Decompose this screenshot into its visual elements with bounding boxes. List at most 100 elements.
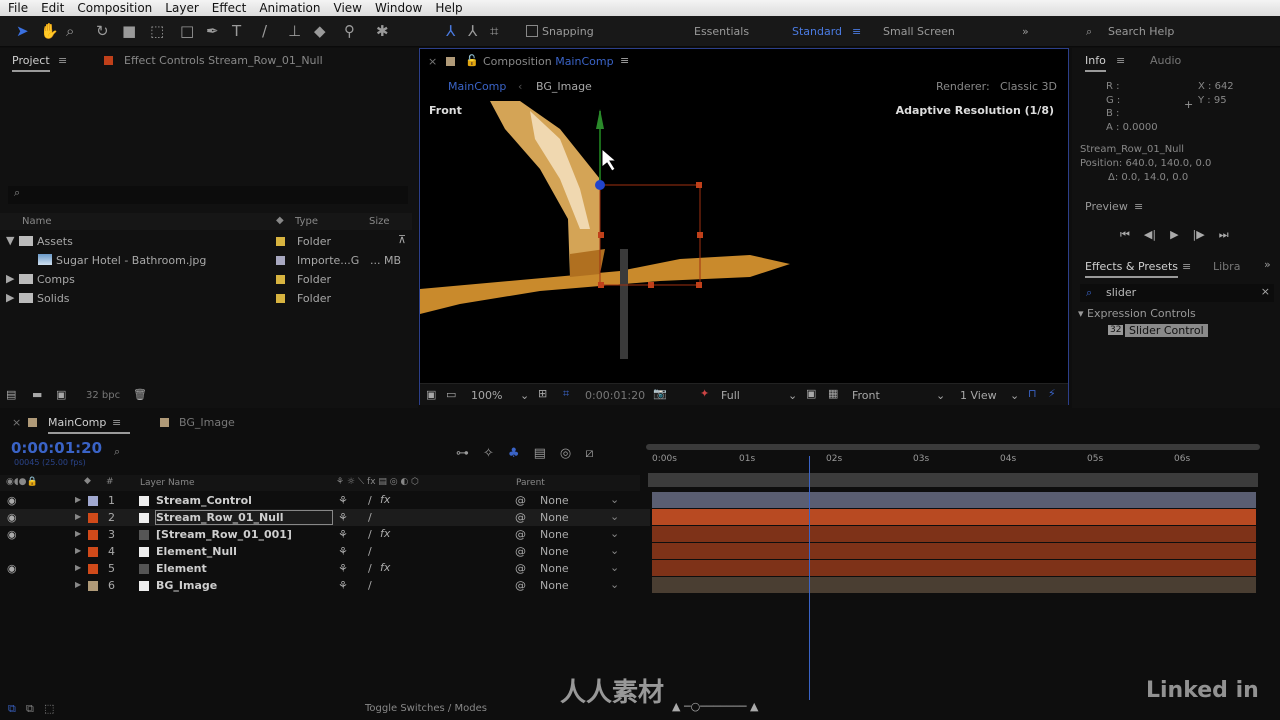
- workspace-essentials[interactable]: Essentials: [694, 25, 749, 38]
- new-folder-icon[interactable]: ▬: [32, 388, 42, 401]
- label-swatch[interactable]: [88, 513, 98, 523]
- close-icon[interactable]: ×: [428, 55, 437, 68]
- monitor-icon[interactable]: ▭: [446, 388, 456, 401]
- brush-tool-icon[interactable]: /: [262, 22, 267, 40]
- mask-visibility-icon[interactable]: ⌗: [563, 387, 569, 401]
- fx-icon[interactable]: fx: [380, 527, 390, 540]
- search-icon[interactable]: ⌕: [114, 445, 120, 459]
- breadcrumb-bg-image[interactable]: BG_Image: [536, 80, 592, 93]
- layer-duration-bar[interactable]: [652, 560, 1256, 576]
- layer-duration-bar[interactable]: [652, 543, 1256, 559]
- tab-audio[interactable]: Audio: [1150, 54, 1181, 67]
- label-swatch[interactable]: [88, 496, 98, 506]
- previous-frame-icon[interactable]: ◀|: [1144, 228, 1156, 242]
- expand-arrow-icon[interactable]: ▶: [75, 563, 81, 572]
- category-expression-controls[interactable]: ▾ Expression Controls: [1078, 307, 1196, 320]
- more-panels-icon[interactable]: »: [1264, 258, 1271, 271]
- layer-name[interactable]: [Stream_Row_01_001]: [156, 528, 292, 541]
- transfer-controls-pane-icon[interactable]: ⧉: [26, 702, 34, 716]
- column-type[interactable]: Type: [295, 216, 318, 227]
- region-of-interest-icon[interactable]: ▣: [806, 387, 816, 400]
- chevron-down-icon[interactable]: ⌄: [520, 389, 529, 402]
- layer-name[interactable]: BG_Image: [156, 579, 217, 592]
- magnification-dropdown[interactable]: 100%: [471, 389, 502, 402]
- pick-whip-icon[interactable]: @: [515, 579, 526, 592]
- column-name[interactable]: Name: [22, 216, 52, 227]
- hand-tool-icon[interactable]: ✋: [40, 22, 59, 40]
- parent-dropdown[interactable]: None: [540, 494, 569, 507]
- chevron-down-icon[interactable]: ⌄: [936, 389, 945, 402]
- layer-row[interactable]: ▶ 4 Element_Null ⚘ / @ None ⌄: [0, 543, 650, 560]
- shy-icon[interactable]: ⚘: [338, 545, 348, 558]
- project-item-assets[interactable]: ▼ Assets Folder ⊼: [0, 232, 410, 251]
- eye-icon[interactable]: ◉: [7, 494, 17, 507]
- quality-icon[interactable]: /: [368, 494, 372, 507]
- layer-duration-bar[interactable]: [652, 492, 1256, 508]
- menu-composition[interactable]: Composition: [77, 1, 152, 15]
- breadcrumb-maincomp[interactable]: MainComp: [448, 80, 506, 93]
- parent-dropdown[interactable]: None: [540, 579, 569, 592]
- first-frame-icon[interactable]: ⏮: [1120, 228, 1130, 242]
- menu-effect[interactable]: Effect: [212, 1, 247, 15]
- menu-edit[interactable]: Edit: [41, 1, 64, 15]
- menu-layer[interactable]: Layer: [165, 1, 198, 15]
- chevron-down-icon[interactable]: ⌄: [788, 389, 797, 402]
- menu-window[interactable]: Window: [375, 1, 422, 15]
- parent-dropdown[interactable]: None: [540, 528, 569, 541]
- close-icon[interactable]: ×: [12, 416, 21, 429]
- project-item-solids[interactable]: ▶ Solids Folder: [0, 289, 410, 308]
- selection-tool-icon[interactable]: ➤: [16, 22, 29, 40]
- parent-dropdown[interactable]: None: [540, 562, 569, 575]
- chevron-down-icon[interactable]: ⌄: [610, 561, 619, 574]
- zoom-slider[interactable]: ▲ ─○─────── ▲: [672, 700, 759, 713]
- layer-row[interactable]: ◉ ▶ 3 [Stream_Row_01_001] ⚘ / fx @ None …: [0, 526, 650, 543]
- pan-behind-tool-icon[interactable]: ⬚: [150, 22, 164, 40]
- flowchart-icon[interactable]: ⊼: [398, 233, 406, 246]
- trash-icon[interactable]: 🗑: [133, 388, 147, 401]
- shy-icon[interactable]: ⚘: [338, 579, 348, 592]
- eye-icon[interactable]: ◉: [7, 528, 17, 541]
- workspace-standard[interactable]: Standard: [792, 25, 842, 38]
- renderer-value[interactable]: Classic 3D: [1000, 80, 1057, 93]
- frame-blending-icon[interactable]: ▤: [534, 446, 546, 461]
- chevron-down-icon[interactable]: ⌄: [610, 544, 619, 557]
- puppet-tool-icon[interactable]: ✱: [376, 22, 389, 40]
- fx-icon[interactable]: fx: [380, 493, 390, 506]
- snapping-checkbox[interactable]: [526, 25, 538, 37]
- motion-blur-icon[interactable]: ◎: [560, 446, 571, 461]
- layer-duration-bar[interactable]: [652, 526, 1256, 542]
- clone-stamp-tool-icon[interactable]: ⊥: [288, 22, 301, 40]
- always-preview-icon[interactable]: ▣: [426, 388, 436, 401]
- fx-icon[interactable]: fx: [380, 561, 390, 574]
- quality-icon[interactable]: /: [368, 528, 372, 541]
- expand-arrow-icon[interactable]: ▶: [75, 529, 81, 538]
- layer-name[interactable]: Element: [156, 562, 207, 575]
- quality-icon[interactable]: /: [368, 562, 372, 575]
- rectangle-tool-icon[interactable]: □: [180, 22, 194, 40]
- quality-icon[interactable]: /: [368, 511, 372, 524]
- view-layout-dropdown[interactable]: 1 View: [960, 389, 997, 402]
- chevron-down-icon[interactable]: ⌄: [1010, 389, 1019, 402]
- toggle-pixel-aspect-icon[interactable]: ⊓: [1028, 387, 1037, 400]
- draft-3d-icon[interactable]: ✧: [483, 446, 494, 461]
- menu-view[interactable]: View: [334, 1, 362, 15]
- navigator-bar[interactable]: [648, 473, 1258, 487]
- in-out-pane-icon[interactable]: ⬚: [44, 702, 54, 715]
- quality-icon[interactable]: /: [368, 579, 372, 592]
- resolution-dropdown[interactable]: Full: [721, 389, 740, 402]
- time-ruler[interactable]: 0:00s 01s 02s 03s 04s 05s 06s: [646, 452, 1260, 470]
- pick-whip-icon[interactable]: @: [515, 494, 526, 507]
- pick-whip-icon[interactable]: @: [515, 528, 526, 541]
- pen-tool-icon[interactable]: ✒: [206, 22, 219, 40]
- panel-menu-icon[interactable]: ≡: [112, 416, 121, 429]
- pick-whip-icon[interactable]: @: [515, 562, 526, 575]
- timeline-timecode[interactable]: 0:00:01:20: [11, 439, 102, 457]
- effect-slider-control[interactable]: Slider Control: [1125, 324, 1208, 337]
- tab-effect-controls[interactable]: Effect Controls Stream_Row_01_Null: [124, 54, 323, 67]
- parent-dropdown[interactable]: None: [540, 545, 569, 558]
- clear-search-icon[interactable]: ×: [1261, 285, 1270, 298]
- expand-arrow-icon[interactable]: ▶: [6, 291, 14, 304]
- panel-menu-icon[interactable]: ≡: [1116, 54, 1125, 67]
- layer-row[interactable]: ◉ ▶ 5 Element ⚘ / fx @ None ⌄: [0, 560, 650, 577]
- layer-name[interactable]: Element_Null: [156, 545, 237, 558]
